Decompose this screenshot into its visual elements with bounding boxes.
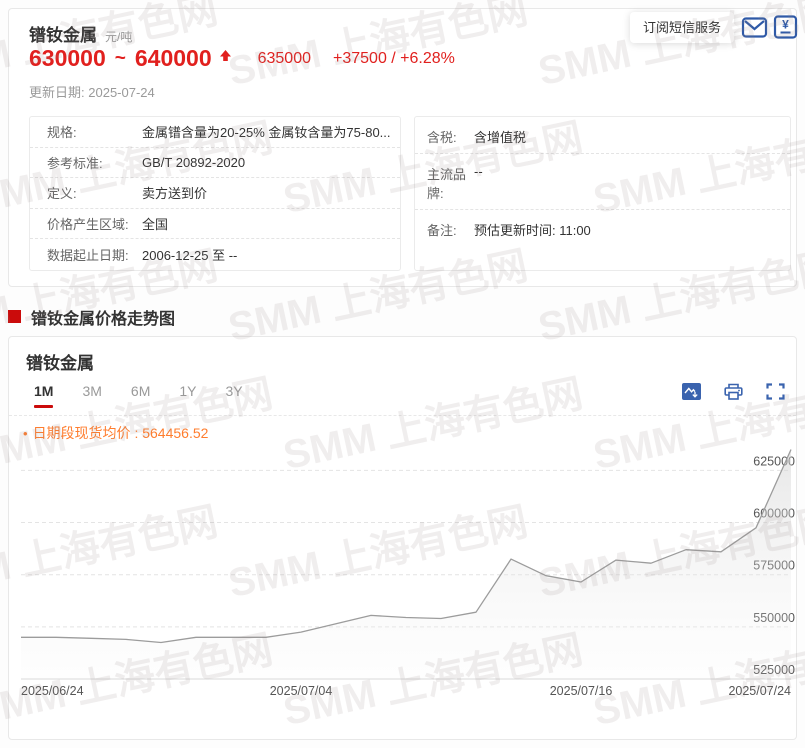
table-row: 主流品牌:-- xyxy=(415,154,790,210)
price-subscribe-icon[interactable]: ¥ xyxy=(772,14,799,40)
row-value: GB/T 20892-2020 xyxy=(142,155,245,170)
x-axis-label: 2025/07/24 xyxy=(728,684,791,698)
row-value: 含增值税 xyxy=(474,127,526,146)
row-value: 金属镨含量为20-25% 金属钕含量为75-80... xyxy=(142,122,391,141)
tab-3y[interactable]: 3Y xyxy=(225,383,242,408)
tab-1m[interactable]: 1M xyxy=(34,383,53,408)
average-price: 635000 xyxy=(258,50,311,68)
row-label: 参考标准: xyxy=(30,153,142,172)
row-label: 价格产生区域: xyxy=(30,214,142,233)
row-value: 全国 xyxy=(142,214,168,233)
row-value: 卖方送到价 xyxy=(142,183,207,202)
tab-1y[interactable]: 1Y xyxy=(179,383,196,408)
row-value: 2006-12-25 至 -- xyxy=(142,245,237,264)
period-average-value: 564456.52 xyxy=(142,425,208,441)
price-trend-chart-card: 5250005500005750006000006250002025/06/24… xyxy=(8,336,797,740)
tax-info-table: 含税:含增值税主流品牌:--备注:预估更新时间: 11:00 xyxy=(414,116,791,271)
update-date-row: 更新日期: 2025-07-24 xyxy=(29,82,155,101)
period-average-separator: : xyxy=(131,425,143,441)
metal-title-row: 镨钕金属 元/吨 xyxy=(29,21,132,46)
table-row: 价格产生区域:全国 xyxy=(30,209,400,240)
price-separator: ~ xyxy=(115,48,126,70)
price-row: 630000 ~ 640000 635000 +37500 / +6.28% xyxy=(29,45,455,72)
x-axis-label: 2025/06/24 xyxy=(21,684,84,698)
price-change: +37500 / +6.28% xyxy=(333,50,455,68)
save-image-icon[interactable] xyxy=(682,383,701,400)
spec-info-table: 规格:金属镨含量为20-25% 金属钕含量为75-80...参考标准:GB/T … xyxy=(29,116,401,271)
price-summary-card: 镨钕金属 元/吨 订阅短信服务 ¥ 630000 ~ 640000 635000… xyxy=(8,8,797,287)
divider xyxy=(9,415,796,416)
price-up-arrow-icon xyxy=(219,50,232,61)
section-bullet-icon xyxy=(8,310,21,323)
period-average-row: • 日期段现货均价 : 564456.52 xyxy=(23,423,208,443)
update-date-label: 更新日期: xyxy=(29,85,85,100)
svg-text:¥: ¥ xyxy=(782,18,789,32)
update-date-value: 2025-07-24 xyxy=(88,85,155,100)
chart-toolbar xyxy=(682,383,785,400)
chart-metal-title: 镨钕金属 xyxy=(26,349,94,374)
subscribe-sms-button[interactable]: 订阅短信服务 xyxy=(630,12,734,43)
row-label: 数据起止日期: xyxy=(30,245,142,264)
x-axis-label: 2025/07/16 xyxy=(550,684,613,698)
row-label: 主流品牌: xyxy=(415,164,474,202)
tab-6m[interactable]: 6M xyxy=(131,383,150,408)
tab-3m[interactable]: 3M xyxy=(82,383,101,408)
x-axis-label: 2025/07/04 xyxy=(270,684,333,698)
row-value: 预估更新时间: 11:00 xyxy=(474,220,591,239)
table-row: 数据起止日期:2006-12-25 至 -- xyxy=(30,239,400,270)
row-label: 含税: xyxy=(415,127,474,146)
row-label: 备注: xyxy=(415,220,474,239)
mail-icon[interactable] xyxy=(741,14,768,40)
table-row: 备注:预估更新时间: 11:00 xyxy=(415,210,790,270)
row-label: 规格: xyxy=(30,122,142,141)
table-row: 参考标准:GB/T 20892-2020 xyxy=(30,148,400,179)
table-row: 定义:卖方送到价 xyxy=(30,178,400,209)
time-range-tabs: 1M 3M 6M 1Y 3Y xyxy=(34,383,272,408)
row-value: -- xyxy=(474,164,483,179)
fullscreen-icon[interactable] xyxy=(766,383,785,400)
price-high: 640000 xyxy=(135,45,212,72)
table-row: 含税:含增值税 xyxy=(415,117,790,154)
table-row: 规格:金属镨含量为20-25% 金属钕含量为75-80... xyxy=(30,117,400,148)
info-tables: 规格:金属镨含量为20-25% 金属钕含量为75-80...参考标准:GB/T … xyxy=(29,116,791,271)
metal-title: 镨钕金属 xyxy=(29,21,97,46)
printer-icon[interactable] xyxy=(724,383,743,400)
price-low: 630000 xyxy=(29,45,106,72)
price-unit: 元/吨 xyxy=(105,28,132,45)
section-title: 镨钕金属价格走势图 xyxy=(31,305,175,329)
row-label: 定义: xyxy=(30,183,142,202)
period-average-label: 日期段现货均价 xyxy=(33,425,131,441)
dot-icon: • xyxy=(23,426,28,441)
